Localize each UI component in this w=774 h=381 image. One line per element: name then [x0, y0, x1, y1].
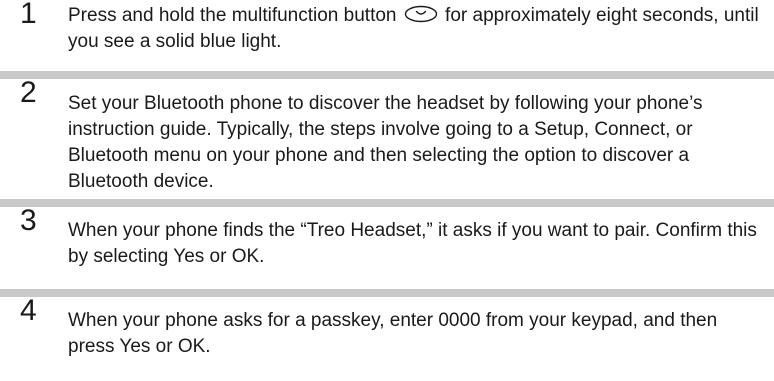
step-text: When your phone finds the “Treo Headset,…: [68, 220, 757, 267]
multifunction-button-icon: [404, 5, 438, 23]
step-divider: [0, 199, 774, 207]
step-text: When your phone asks for a passkey, ente…: [68, 310, 718, 357]
step-4: 4 When your phone asks for a passkey, en…: [0, 294, 774, 381]
instruction-steps: 1 Press and hold the multifunction butto…: [0, 0, 774, 381]
step-body: 4 When your phone asks for a passkey, en…: [0, 294, 774, 360]
step-body: 3 When your phone finds the “Treo Headse…: [0, 204, 774, 270]
step-3: 3 When your phone finds the “Treo Headse…: [0, 204, 774, 289]
step-number: 3: [20, 204, 37, 237]
step-body: 2 Set your Bluetooth phone to discover t…: [0, 76, 774, 195]
step-text: Press and hold the multifunction button …: [68, 3, 764, 55]
step-text: Set your Bluetooth phone to discover the…: [68, 93, 703, 192]
step-number: 2: [20, 76, 37, 109]
step-body: 1 Press and hold the multifunction butto…: [0, 0, 774, 55]
step-number: 4: [20, 294, 37, 327]
step-text-part: Press and hold the multifunction button: [68, 5, 397, 26]
step-2: 2 Set your Bluetooth phone to discover t…: [0, 76, 774, 199]
step-number: 1: [20, 0, 37, 30]
step-divider: [0, 71, 774, 79]
step-1: 1 Press and hold the multifunction butto…: [0, 0, 774, 71]
step-divider: [0, 289, 774, 297]
